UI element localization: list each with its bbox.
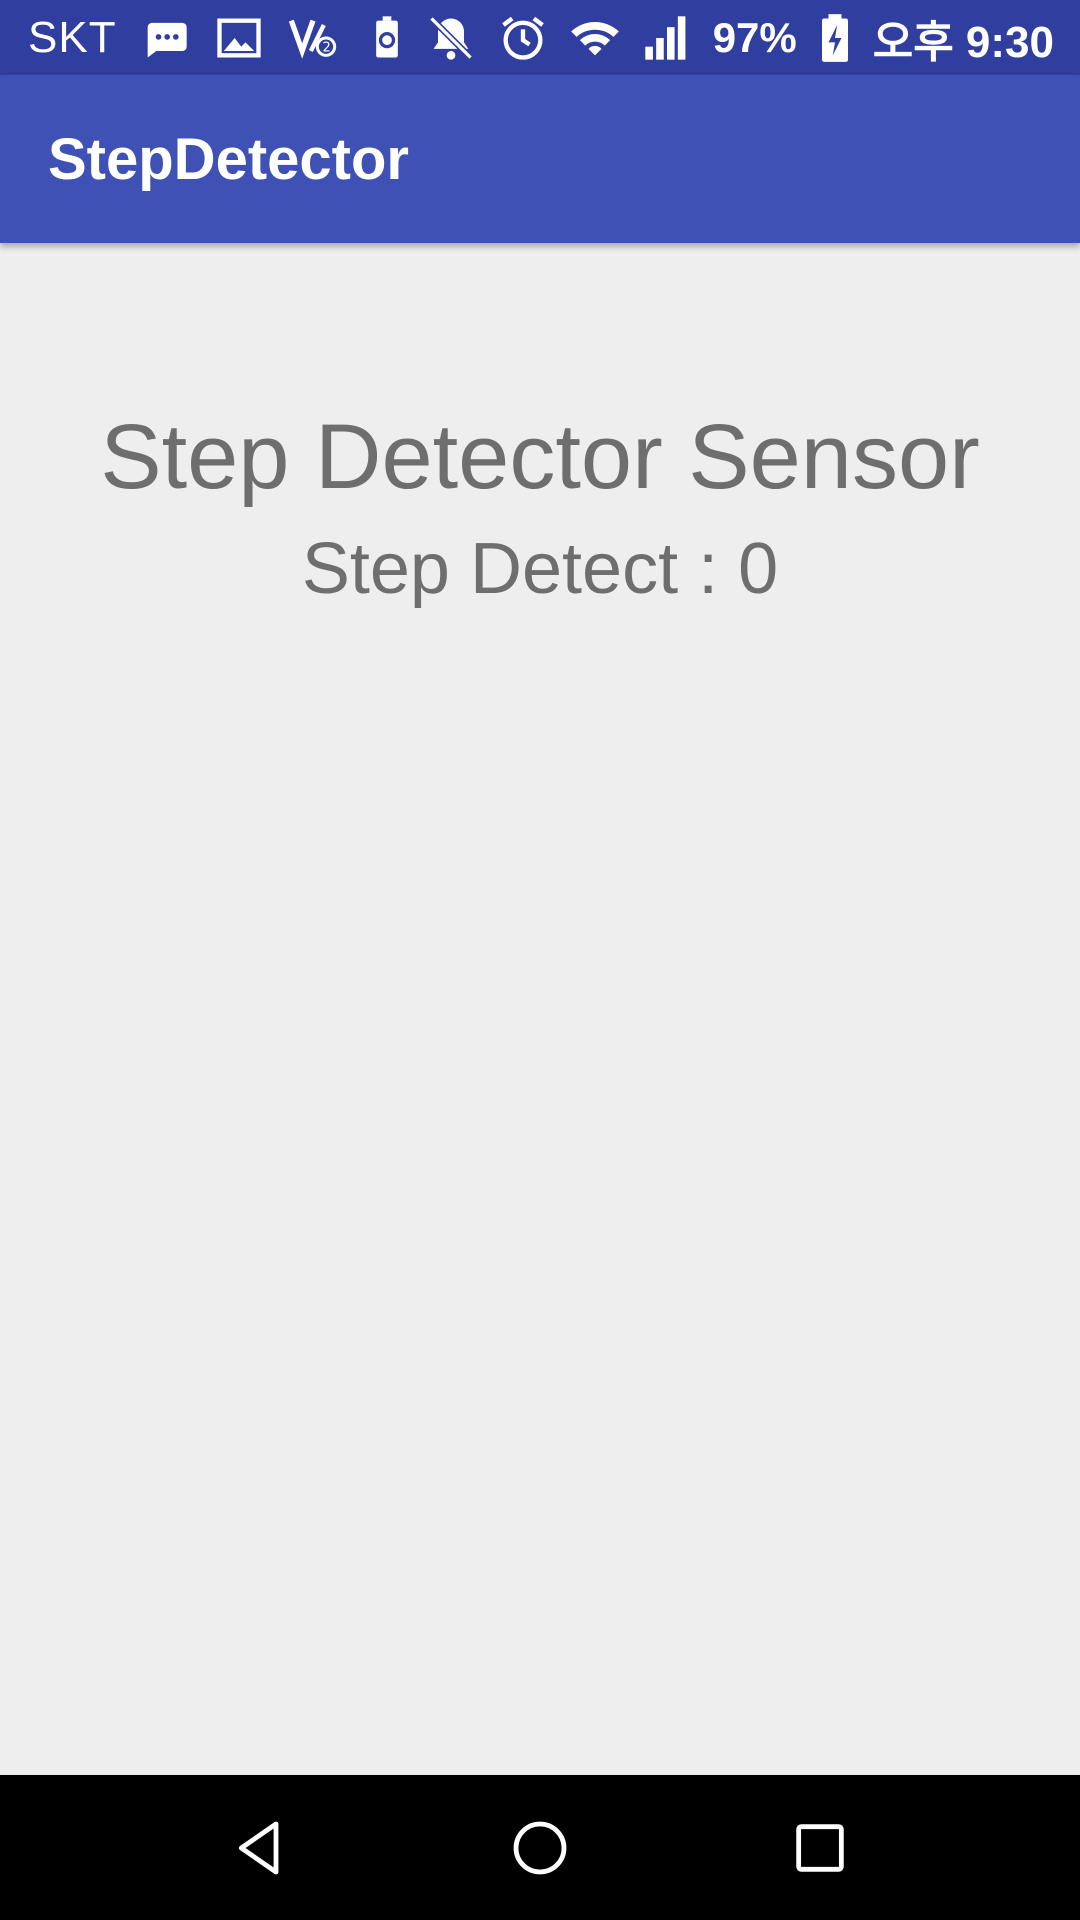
main-content: Step Detector Sensor Step Detect : 0 bbox=[0, 243, 1080, 1775]
app-bar: StepDetector bbox=[0, 75, 1080, 243]
status-right: 97% 오후 9:30 bbox=[425, 0, 1054, 75]
battery-percent: 97% bbox=[712, 13, 797, 61]
sensor-heading: Step Detector Sensor bbox=[100, 406, 980, 508]
signal-icon bbox=[641, 12, 693, 64]
volte-icon: 2 bbox=[287, 12, 339, 64]
recents-button[interactable] bbox=[780, 1808, 860, 1888]
home-button[interactable] bbox=[500, 1808, 580, 1888]
messenger-icon bbox=[139, 12, 191, 64]
home-icon bbox=[513, 1821, 567, 1874]
wifi-icon bbox=[569, 12, 621, 64]
app-title: StepDetector bbox=[48, 126, 409, 192]
alarm-icon bbox=[497, 12, 549, 64]
step-count-label: Step Detect : 0 bbox=[301, 529, 779, 609]
notifications-off-icon bbox=[425, 12, 477, 64]
navigation-bar bbox=[0, 1775, 1080, 1920]
battery-charging-icon bbox=[817, 12, 853, 64]
status-bar: SKT 2 97% 오후 9:30 bbox=[0, 0, 1080, 75]
recents-icon bbox=[796, 1823, 844, 1872]
back-button[interactable] bbox=[220, 1808, 300, 1888]
gallery-icon bbox=[213, 12, 265, 64]
back-icon bbox=[238, 1821, 279, 1874]
battery-saver-icon bbox=[361, 12, 413, 64]
status-left: SKT 2 bbox=[28, 0, 413, 75]
svg-text:2: 2 bbox=[322, 40, 330, 55]
status-clock: 오후 9:30 bbox=[872, 17, 1054, 67]
carrier-label: SKT bbox=[28, 12, 117, 62]
